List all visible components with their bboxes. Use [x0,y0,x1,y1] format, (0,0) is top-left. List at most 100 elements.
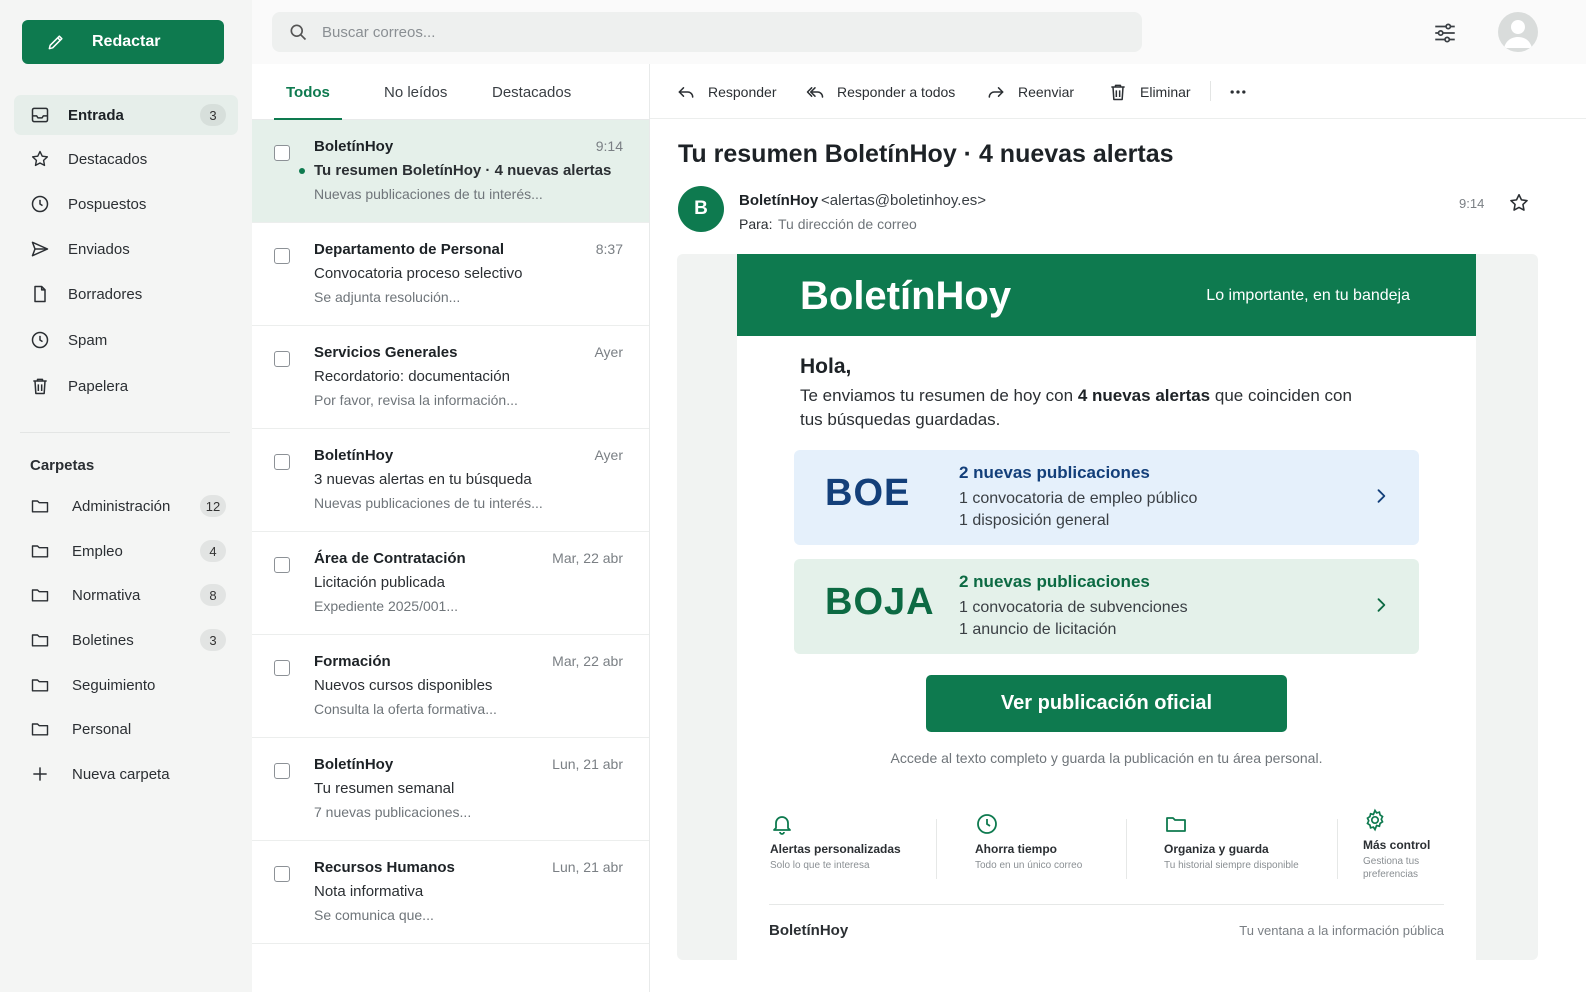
footer-tagline: Tu ventana a la información pública [1239,923,1444,938]
message-subject: Recordatorio: documentación [314,368,510,385]
clock-icon [31,331,49,349]
feature-divider [936,819,937,879]
feature-title: Organiza y guarda [1164,842,1269,856]
boja-alert-card[interactable]: BOJA 2 nuevas publicaciones 1 convocator… [794,559,1419,654]
nav-item-label: Borradores [68,285,143,303]
message-time: Mar, 22 abr [552,550,623,566]
folder-label: Personal [72,720,132,738]
star-icon[interactable] [1508,192,1530,214]
feature-save-time: Ahorra tiempo Todo en un único correo [975,812,1082,872]
filter-settings-icon[interactable] [1432,20,1458,46]
more-horizontal-icon [1230,89,1246,94]
tab-unread[interactable]: No leídos [384,64,447,120]
message-preview: Consulta la oferta formativa... [314,701,497,717]
cta-note: Accede al texto completo y guarda la pub… [890,750,1323,766]
message-checkbox[interactable] [274,351,290,367]
forward-button[interactable]: Reenviar [986,64,1074,119]
feature-title: Ahorra tiempo [975,842,1058,856]
recipient-label: Para: [739,216,773,232]
folder-icon [31,679,49,692]
message-checkbox[interactable] [274,763,290,779]
trash-icon [33,378,47,395]
feature-subtitle: Tu historial siempre disponible [1164,860,1299,871]
message-checkbox[interactable] [274,454,290,470]
gear-icon [1366,808,1384,832]
message-checkbox[interactable] [274,660,290,676]
message-checkbox[interactable] [274,557,290,573]
intro-alerts-count: 4 nuevas alertas [1077,386,1211,405]
feature-personalized-alerts: Alertas personalizadas Solo lo que te in… [770,812,901,872]
alert-line: 1 convocatoria de subvenciones [959,599,1188,616]
tab-starred[interactable]: Destacados [492,64,571,120]
tab-all[interactable]: Todos [274,64,342,121]
newsletter-card: BoletínHoy Lo importante, en tu bandeja … [737,254,1476,962]
feature-more-control: Más control Gestiona tus preferencias [1363,808,1443,881]
message-checkbox[interactable] [274,248,290,264]
toolbar-divider [1210,81,1211,101]
compose-label: Redactar [92,33,161,50]
message-checkbox[interactable] [274,866,290,882]
folder-item-seguimiento[interactable]: Seguimiento [14,665,238,705]
search-bar[interactable] [272,12,1142,52]
folder-count-badge: 3 [200,629,226,651]
document-icon [34,285,46,303]
nav-item-spam[interactable]: Spam [14,320,238,360]
alert-heading: 2 nuevas publicaciones [959,463,1150,482]
reply-all-button[interactable]: Responder a todos [805,64,955,119]
compose-button[interactable]: Redactar [22,20,224,64]
message-time: Ayer [594,344,623,360]
message-sender: BoletínHoy [314,756,394,773]
inbox-icon [31,107,49,123]
message-row[interactable]: Departamento de Personal 8:37 Convocator… [252,223,649,326]
feature-title: Más control [1363,838,1431,852]
folder-icon [31,589,49,602]
folder-label: Administración [72,497,171,515]
nav-item-drafts[interactable]: Borradores [14,274,238,314]
send-icon [31,241,49,257]
nav-item-inbox[interactable]: Entrada 3 [14,95,238,135]
message-checkbox[interactable] [274,145,290,161]
nav-item-starred[interactable]: Destacados [14,139,238,179]
message-subject: Tu resumen semanal [314,780,455,797]
boja-logo: BOJA [825,581,935,623]
unread-count-badge: 3 [200,104,226,126]
reply-all-label: Responder a todos [837,83,956,100]
message-row[interactable]: Área de Contratación Mar, 22 abr Licitac… [252,532,649,635]
folder-item-administracion[interactable]: Administración 12 [14,486,238,526]
view-official-publication-button[interactable]: Ver publicación oficial [926,675,1287,732]
reading-pane: Responder Responder a todos Reenviar Eli… [650,64,1586,992]
nav-item-snoozed[interactable]: Pospuestos [14,184,238,224]
list-tabs: Todos No leídos Destacados [252,64,649,121]
folder-item-boletines[interactable]: Boletines 3 [14,620,238,660]
folder-icon [1166,817,1186,832]
message-sender: Formación [314,653,391,670]
intro-text: Te enviamos tu resumen de hoy con 4 nuev… [800,384,1360,432]
message-row[interactable]: BoletínHoy 9:14 Tu resumen BoletínHoy · … [252,120,649,223]
feature-divider [1337,819,1338,879]
recipient-value: Tu dirección de correo [778,216,917,232]
nav-item-trash[interactable]: Papelera [14,366,238,406]
message-row[interactable]: Servicios Generales Ayer Recordatorio: d… [252,326,649,429]
folder-item-empleo[interactable]: Empleo 4 [14,531,238,571]
folder-item-normativa[interactable]: Normativa 8 [14,575,238,615]
message-preview: Expediente 2025/001... [314,598,459,614]
nav-item-sent[interactable]: Enviados [14,229,238,269]
more-actions-button[interactable] [1228,64,1260,119]
alert-line: 1 disposición general [959,512,1110,529]
reply-all-icon [806,86,824,98]
boe-alert-card[interactable]: BOE 2 nuevas publicaciones 1 convocatori… [794,450,1419,545]
folder-item-personal[interactable]: Personal [14,709,238,749]
user-avatar[interactable] [1498,12,1538,52]
new-folder-label: Nueva carpeta [72,765,170,783]
folder-icon [31,500,49,513]
search-input[interactable] [322,23,1102,41]
message-row[interactable]: BoletínHoy Ayer 3 nuevas alertas en tu b… [252,429,649,532]
new-folder-button[interactable]: Nueva carpeta [14,754,238,794]
message-row[interactable]: BoletínHoy Lun, 21 abr Tu resumen semana… [252,738,649,841]
nav-item-label: Pospuestos [68,195,147,213]
mail-app: Redactar Entrada 3 Destacados Pospuestos… [0,0,1586,992]
delete-button[interactable]: Eliminar [1108,64,1191,119]
message-row[interactable]: Recursos Humanos Lun, 21 abr Nota inform… [252,841,649,944]
reply-button[interactable]: Responder [676,64,777,119]
message-row[interactable]: Formación Mar, 22 abr Nuevos cursos disp… [252,635,649,738]
